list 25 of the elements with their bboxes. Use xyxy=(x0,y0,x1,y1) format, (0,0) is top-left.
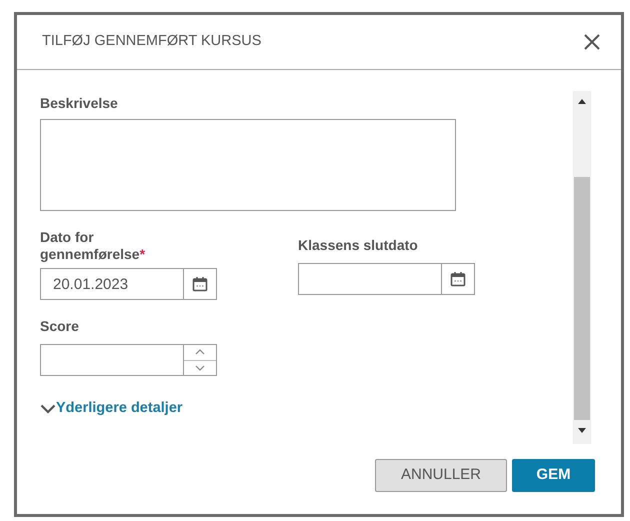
scroll-up-icon xyxy=(578,98,586,104)
close-button[interactable] xyxy=(583,33,601,51)
date-input-field[interactable] xyxy=(298,263,442,295)
description-field[interactable] xyxy=(40,119,456,211)
score-input-field[interactable] xyxy=(40,344,184,376)
chevron-up-icon xyxy=(195,349,205,356)
calendar-icon xyxy=(192,276,208,292)
date-input-field[interactable]: 20.01.2023 xyxy=(40,268,184,300)
calendar-icon xyxy=(450,271,466,287)
cancel-button[interactable]: ANNULLER xyxy=(375,459,507,492)
calendar-button[interactable] xyxy=(442,263,475,295)
more-details-link[interactable]: Yderligere detaljer xyxy=(40,398,183,420)
chevron-down-icon xyxy=(40,404,56,414)
dialog-title: TILFØJ GENNEMFØRT KURSUS xyxy=(42,32,262,52)
close-icon xyxy=(583,33,601,51)
save-button[interactable]: GEM xyxy=(512,459,595,492)
field-label: Beskrivelse xyxy=(40,95,119,112)
field-label: Score xyxy=(40,318,80,335)
field-label: Dato for gennemførelse* xyxy=(40,229,146,263)
scroll-down-icon xyxy=(578,428,586,432)
scrollbar-thumb[interactable] xyxy=(574,177,590,420)
scrollbar[interactable] xyxy=(573,91,591,444)
chevron-down-icon xyxy=(195,364,205,371)
calendar-button[interactable] xyxy=(184,268,217,300)
field-label: Klassens slutdato xyxy=(298,237,419,254)
